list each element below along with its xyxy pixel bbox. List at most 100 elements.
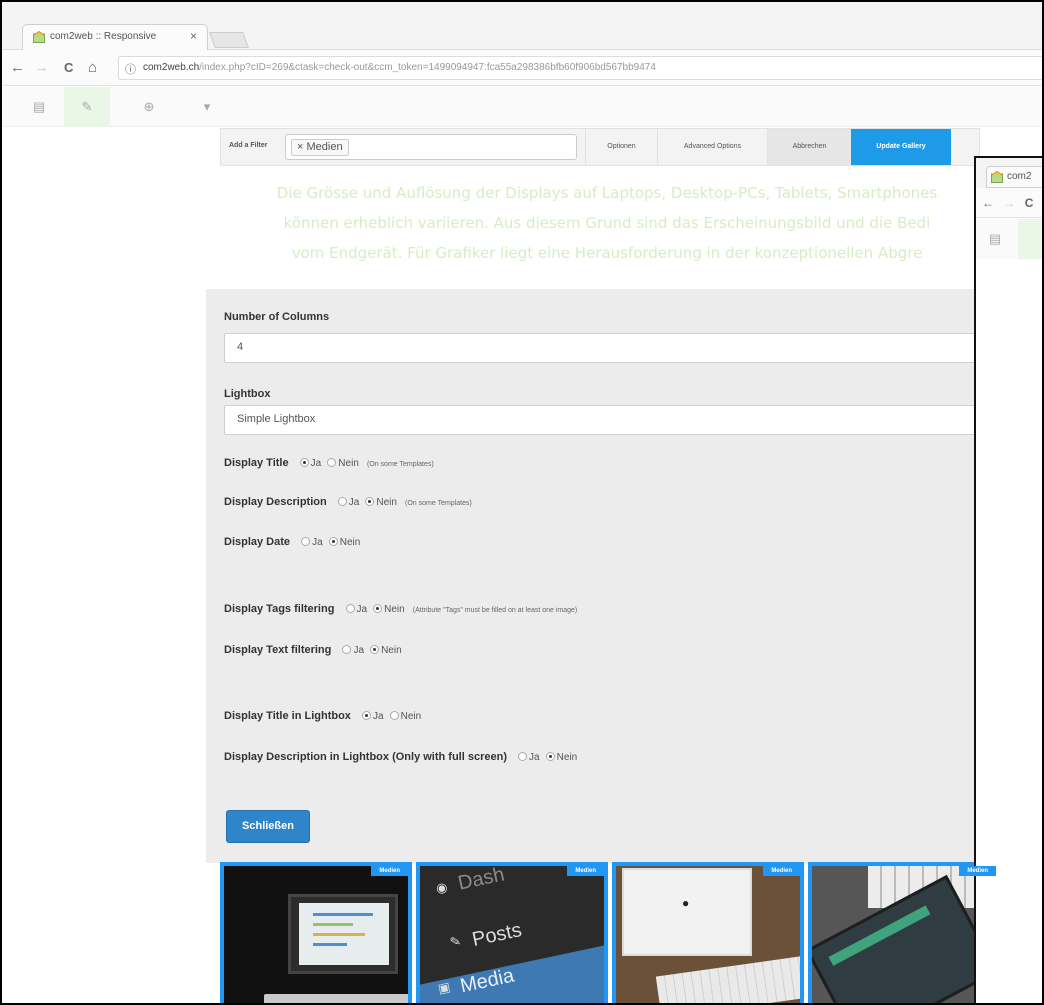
url-bar[interactable]: ⓘ com2web.ch/index.php?cID=269&ctask=che… [118, 56, 1042, 80]
screen-row [313, 923, 353, 926]
second-tab-title: com2 [1007, 171, 1032, 182]
menu-dashboard-text: Dash [456, 863, 507, 895]
display-description-ja-radio[interactable] [337, 497, 347, 506]
lightbox-select[interactable]: Simple Lightbox [224, 405, 994, 435]
options-button[interactable]: Optionen [585, 129, 657, 165]
radio-label-ja: Ja [372, 711, 384, 722]
title-lightbox-label: Display Title in Lightbox [224, 710, 351, 722]
filter-label: Add a Filter [229, 142, 268, 149]
display-date-label: Display Date [224, 536, 291, 548]
thumbnail-badge: Medien [567, 866, 604, 876]
thumbnail-laptop[interactable]: Medien [220, 862, 412, 1003]
second-browser-tab[interactable]: com2 [986, 166, 1042, 188]
screen-row [313, 933, 365, 936]
browser-tab[interactable]: com2web :: Responsive × [22, 24, 208, 50]
cancel-button[interactable]: Abbrechen [767, 129, 851, 165]
display-title-ja-radio[interactable] [299, 458, 309, 467]
thumbnail-imac[interactable]: Medien ● [612, 862, 804, 1003]
radio-label-ja: Ja [529, 752, 540, 763]
update-gallery-button[interactable]: Update Gallery [851, 129, 951, 165]
laptop-image [288, 894, 398, 974]
tab-close-icon[interactable]: × [190, 29, 197, 43]
text-filtering-label: Display Text filtering [224, 644, 332, 656]
display-date-row: Display Date Ja Nein [224, 536, 363, 548]
display-date-nein-radio[interactable] [328, 537, 338, 546]
close-button[interactable]: Schließen [226, 810, 310, 843]
laptop-base [264, 994, 408, 1003]
columns-label: Number of Columns [224, 311, 330, 323]
display-description-note: (On some Templates) [405, 500, 472, 507]
paragraph-line-3: vom Endgerät. Für Grafiker liegt eine He… [291, 244, 923, 262]
second-tab-strip: com2 [976, 158, 1042, 188]
add-icon[interactable]: ⊕ [126, 87, 172, 127]
url-domain: com2web.ch [143, 62, 200, 73]
info-icon[interactable]: ⓘ [125, 61, 136, 77]
paragraph-line-1: Die Grösse und Auflösung der Displays au… [276, 184, 938, 202]
paragraph-line-2: können erheblich variieren. Aus diesem G… [283, 214, 931, 232]
desc-lightbox-label: Display Description in Lightbox (Only wi… [224, 751, 507, 763]
new-tab-button[interactable] [209, 32, 249, 48]
desc-lightbox-nein-radio[interactable] [545, 752, 555, 761]
address-toolbar: ← → C ⌂ ⓘ com2web.ch/index.php?cID=269&c… [2, 50, 1042, 86]
tags-filtering-label: Display Tags filtering [224, 603, 335, 615]
screen-row [313, 913, 373, 916]
radio-label-nein: Nein [381, 645, 402, 656]
radio-label-nein: Nein [384, 604, 405, 615]
page-icon[interactable]: ▤ [16, 87, 62, 127]
tags-filtering-row: Display Tags filtering Ja Nein (Attribut… [224, 603, 577, 615]
radio-label-ja: Ja [353, 645, 364, 656]
text-filtering-ja-radio[interactable] [342, 645, 352, 654]
display-description-label: Display Description [224, 496, 327, 508]
menu-posts-text: Posts [470, 919, 524, 951]
reload-icon[interactable]: C [64, 60, 73, 75]
gallery-settings-panel: Number of Columns 4 Lightbox Simple Ligh… [206, 289, 1006, 863]
forward-arrow-icon[interactable]: → [1003, 196, 1015, 210]
dashboard-icon: ◉ [434, 878, 449, 897]
display-date-ja-radio[interactable] [301, 537, 311, 546]
gallery-thumbnails: Medien Medien ◉ Dash ✎ Posts ▣ Media Med [220, 862, 1000, 1003]
apple-logo-icon: ● [682, 896, 690, 910]
text-filtering-nein-radio[interactable] [370, 645, 380, 654]
radio-label-nein: Nein [556, 752, 578, 763]
edit-pencil-icon[interactable]: ✎ [64, 87, 110, 127]
more-icon[interactable]: ▾ [184, 87, 230, 127]
thumbnail-tablet[interactable]: Medien [808, 862, 1000, 1003]
back-arrow-icon[interactable]: ← [10, 59, 25, 76]
filter-chip-medien[interactable]: × Medien [291, 139, 349, 156]
text-filtering-row: Display Text filtering Ja Nein [224, 644, 405, 656]
tags-filtering-ja-radio[interactable] [345, 604, 355, 613]
thumbnail-wp-menu[interactable]: Medien ◉ Dash ✎ Posts ▣ Media [416, 862, 608, 1003]
display-description-nein-radio[interactable] [365, 497, 375, 506]
url-text: com2web.ch/index.php?cID=269&ctask=check… [143, 62, 656, 73]
tags-filtering-nein-radio[interactable] [373, 604, 383, 613]
title-lightbox-nein-radio[interactable] [389, 711, 399, 720]
home-icon[interactable]: ⌂ [88, 59, 97, 76]
radio-label-ja: Ja [348, 497, 360, 508]
forward-arrow-icon[interactable]: → [34, 59, 49, 76]
display-title-nein-radio[interactable] [327, 458, 337, 467]
thumbnail-badge: Medien [371, 866, 408, 876]
advanced-options-button[interactable]: Advanced Options [657, 129, 767, 165]
desc-lightbox-row: Display Description in Lightbox (Only wi… [224, 751, 580, 763]
display-description-row: Display Description Ja Nein (On some Tem… [224, 496, 472, 508]
edit-mode-indicator[interactable] [1018, 219, 1042, 259]
columns-input[interactable]: 4 [224, 333, 994, 363]
desc-lightbox-ja-radio[interactable] [518, 752, 528, 761]
second-browser-window[interactable]: com2 ← → C ▤ [974, 156, 1042, 1003]
site-favicon-icon [33, 31, 45, 43]
radio-label-ja: Ja [310, 458, 322, 469]
page-icon[interactable]: ▤ [976, 219, 1014, 259]
pin-icon: ✎ [448, 933, 463, 950]
radio-label-nein: Nein [338, 458, 359, 469]
site-favicon-icon [991, 171, 1003, 183]
reload-icon[interactable]: C [1025, 196, 1034, 210]
url-path: /index.php?cID=269&ctask=check-out&ccm_t… [199, 62, 656, 73]
title-lightbox-ja-radio[interactable] [361, 711, 371, 720]
radio-label-nein: Nein [376, 497, 397, 508]
radio-label-ja: Ja [312, 537, 323, 548]
filter-input[interactable]: × Medien [285, 134, 577, 160]
back-arrow-icon[interactable]: ← [982, 196, 994, 210]
tab-strip: com2web :: Responsive × [2, 2, 1042, 50]
gallery-filter-bar: Add a Filter × Medien Optionen Advanced … [220, 128, 980, 166]
imac-image: ● [622, 868, 752, 956]
